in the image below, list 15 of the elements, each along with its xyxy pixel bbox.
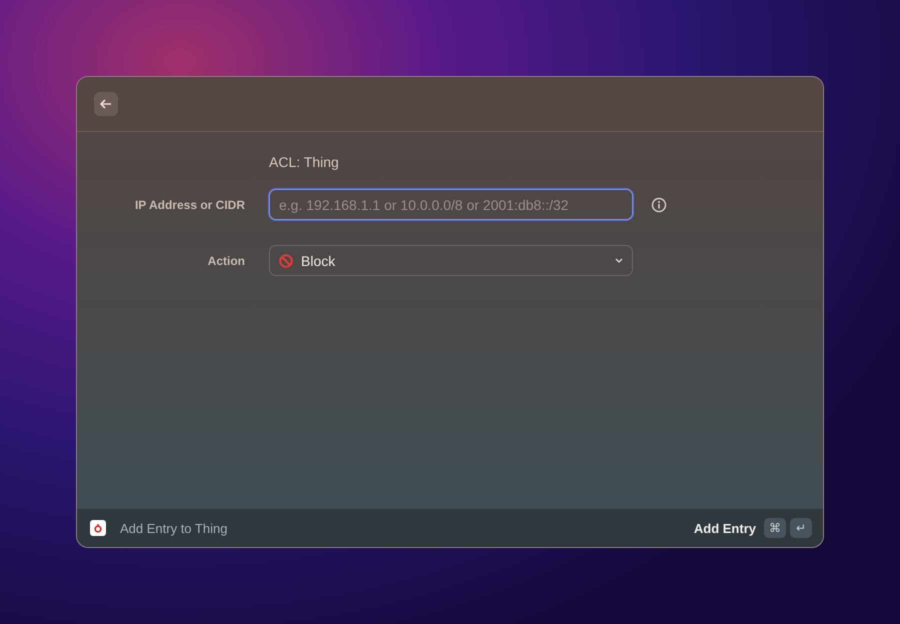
back-button[interactable]	[94, 92, 118, 116]
info-icon[interactable]	[651, 196, 667, 212]
prohibited-icon	[279, 254, 293, 268]
form-title: ACL: Thing	[269, 154, 340, 170]
footer-title: Add Entry to Thing	[120, 520, 228, 536]
app-icon	[90, 520, 106, 536]
shortcut-key: ⌘	[764, 518, 786, 538]
field-label: IP Address or CIDR	[134, 198, 245, 212]
add-entry-button[interactable]: Add Entry	[694, 520, 756, 536]
chevron-down-icon	[615, 258, 623, 263]
back-arrow-icon	[100, 99, 112, 109]
field-label: Action	[206, 254, 245, 268]
action-dropdown[interactable]: Block	[269, 245, 633, 276]
ip-address-input[interactable]: e.g. 192.168.1.1 or 10.0.0.0/8 or 2001:db8::/32	[269, 189, 633, 220]
shortcut-key: ↵	[790, 518, 812, 538]
